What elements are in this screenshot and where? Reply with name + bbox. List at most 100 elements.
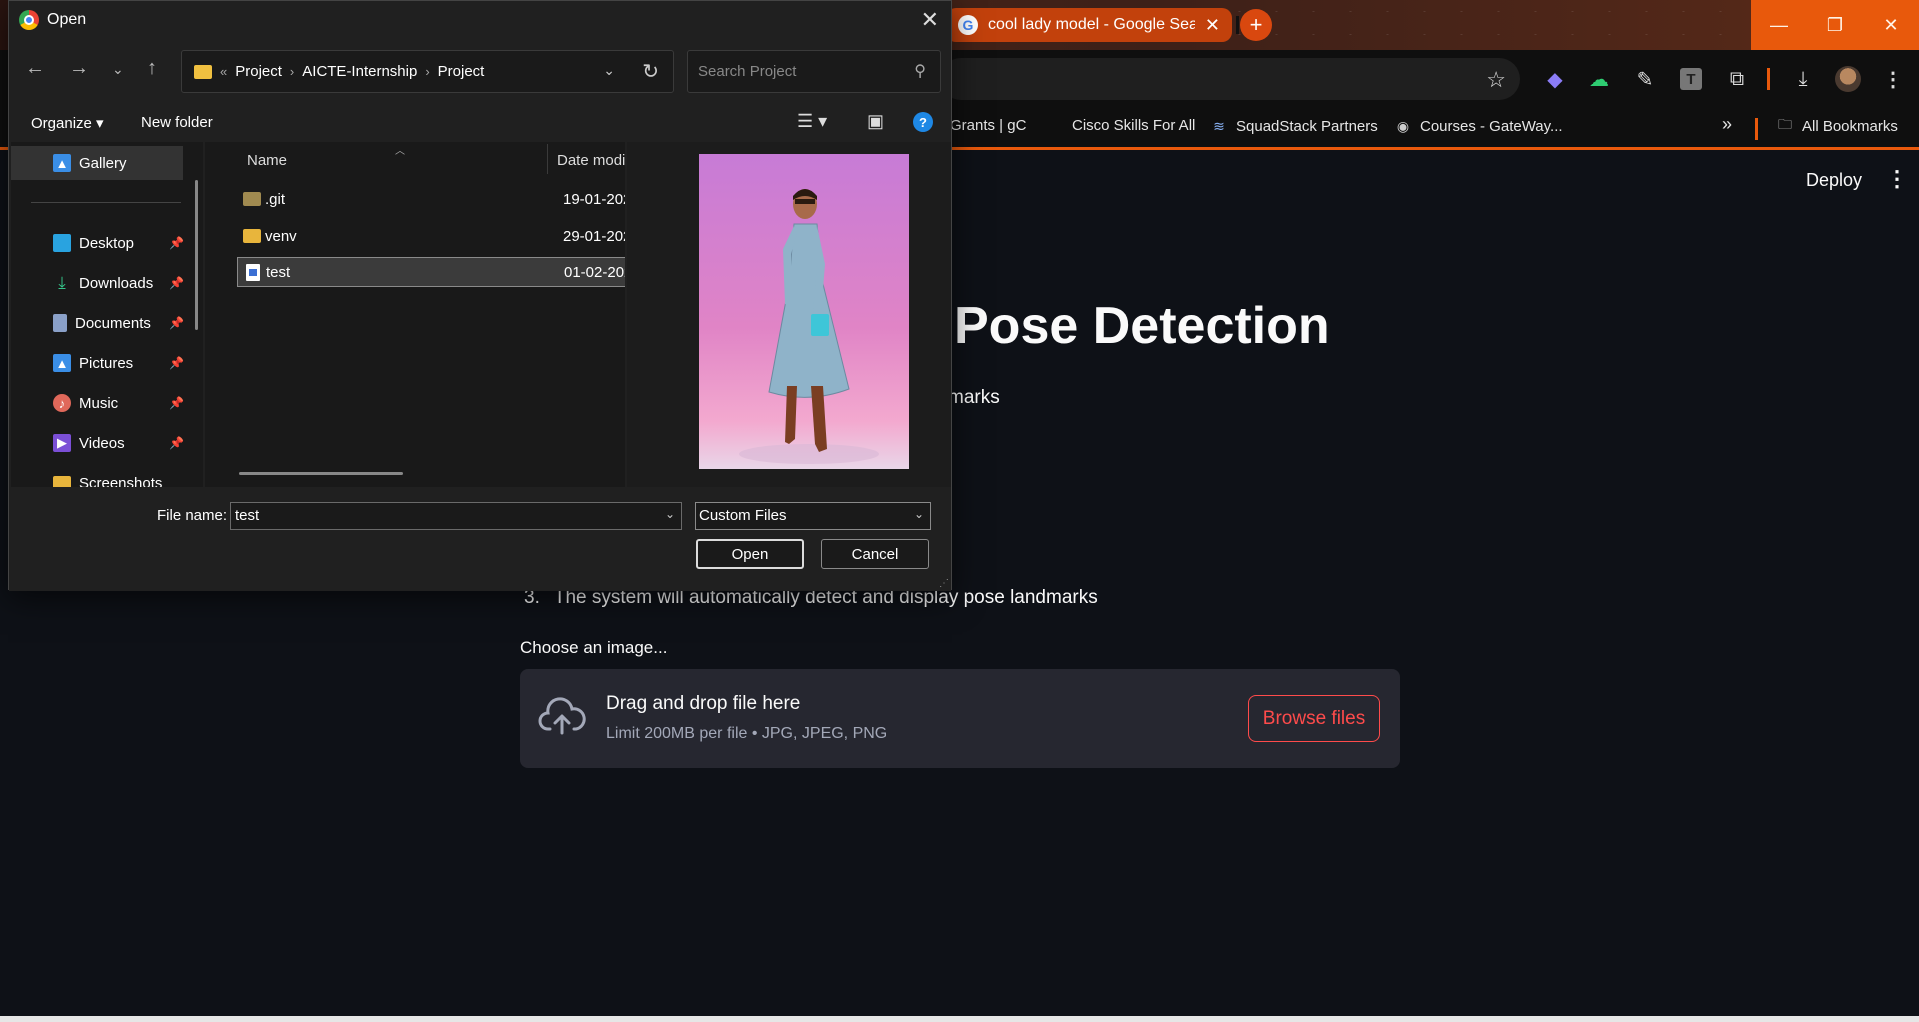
dropzone-title: Drag and drop file here (606, 693, 801, 714)
resize-grip-icon[interactable]: ⋰ (939, 578, 949, 589)
preview-pane-icon[interactable]: ▣ (867, 111, 884, 132)
folder-outline-icon: 🗀 (1778, 116, 1792, 132)
pin-icon: 📌 (169, 316, 184, 330)
pictures-icon: ▲ (53, 354, 71, 372)
extensions-puzzle-icon[interactable]: ⧉ (1724, 66, 1750, 92)
bookmark-squadstack[interactable]: ≋ SquadStack Partners (1210, 117, 1378, 135)
download-icon[interactable]: ⤓ (1790, 66, 1816, 92)
tab-google-search[interactable]: G cool lady model - Google Search ✕ (946, 8, 1232, 42)
organize-button[interactable]: Organize ▾ (31, 114, 104, 132)
pin-icon: 📌 (169, 396, 184, 410)
pin-icon: 📌 (169, 436, 184, 450)
file-row-venv[interactable]: venv 29-01-2025 (237, 221, 625, 251)
gallery-icon: ▲ (53, 154, 71, 172)
bookmark-grants[interactable]: Grants | gC (950, 117, 1026, 134)
column-header-date[interactable]: Date modified (557, 152, 625, 169)
profile-avatar[interactable] (1835, 66, 1861, 92)
address-breadcrumb[interactable]: « Project › AICTE-Internship › Project ⌄… (181, 50, 674, 93)
breadcrumb-aicte-internship[interactable]: AICTE-Internship (302, 63, 417, 80)
dialog-footer: File name: test ⌄ Custom Files ⌄ Open Ca… (9, 487, 951, 591)
address-dropdown-chevron-icon[interactable]: ⌄ (603, 62, 615, 79)
preview-image (699, 154, 909, 469)
tab-close-icon[interactable]: ✕ (1205, 15, 1220, 36)
uploader-label: Choose an image... (520, 638, 668, 657)
nav-item-screenshots[interactable]: Screenshots (11, 466, 191, 487)
page-subtitle: marks (948, 387, 1000, 408)
image-file-icon (246, 263, 260, 281)
address-bar[interactable]: ☆ (940, 58, 1520, 100)
nav-item-desktop[interactable]: Desktop 📌 (11, 226, 191, 260)
page-title: Pose Detection (954, 297, 1330, 355)
file-list-pane: ︿ Name Date modified .git 19-01-2025 ven… (205, 142, 625, 487)
eyedropper-icon[interactable]: ✎ (1632, 66, 1658, 92)
back-arrow-icon[interactable]: ← (25, 57, 45, 80)
videos-icon: ▶ (53, 434, 71, 452)
recent-locations-chevron-icon[interactable]: ⌄ (112, 61, 124, 78)
dialog-search-input[interactable]: Search Project ⚲ (687, 50, 941, 93)
cloud-upload-icon (538, 697, 586, 735)
deploy-button[interactable]: Deploy (1806, 170, 1862, 191)
nav-item-documents[interactable]: Documents 📌 (11, 306, 191, 340)
nav-item-pictures[interactable]: ▲ Pictures 📌 (11, 346, 191, 380)
extension-t-icon[interactable]: T (1680, 68, 1702, 90)
folder-icon (53, 476, 71, 487)
refresh-icon[interactable]: ↻ (642, 59, 659, 84)
nav-item-videos[interactable]: ▶ Videos 📌 (11, 426, 191, 460)
all-bookmarks-button[interactable]: 🗀 All Bookmarks (1776, 116, 1898, 135)
file-type-select[interactable]: Custom Files ⌄ (695, 502, 931, 530)
browser-menu-icon[interactable]: ⋮ (1880, 66, 1906, 92)
new-tab-button[interactable]: + (1240, 9, 1272, 41)
folder-icon (243, 192, 261, 206)
cancel-button[interactable]: Cancel (821, 539, 929, 569)
file-name-input[interactable]: test ⌄ (230, 502, 682, 530)
extension-cloud-icon[interactable]: ☁ (1586, 66, 1612, 92)
pin-icon: 📌 (169, 276, 184, 290)
sort-indicator-icon: ︿ (395, 146, 405, 157)
folder-icon (243, 229, 261, 243)
squadstack-icon: ≋ (1213, 117, 1225, 134)
nav-item-gallery[interactable]: ▲ Gallery (11, 146, 183, 180)
google-icon: G (958, 15, 978, 35)
nav-item-music[interactable]: ♪ Music 📌 (11, 386, 191, 420)
tab-title: cool lady model - Google Search (988, 16, 1195, 33)
nav-item-downloads[interactable]: ⤓ Downloads 📌 (11, 266, 191, 300)
breadcrumb-project-current[interactable]: Project (438, 63, 485, 80)
up-arrow-icon[interactable]: ↑ (147, 57, 157, 80)
search-icon: ⚲ (914, 63, 926, 80)
documents-icon (53, 314, 67, 332)
minimize-button[interactable]: — (1751, 0, 1807, 50)
preview-pane (627, 142, 951, 487)
file-name-dropdown-icon[interactable]: ⌄ (665, 507, 675, 521)
help-icon[interactable]: ? (913, 112, 933, 132)
new-folder-button[interactable]: New folder (141, 114, 213, 131)
file-name-label: File name: (157, 507, 228, 524)
nav-scrollbar[interactable] (195, 180, 198, 330)
bookmark-cisco[interactable]: Cisco Skills For All (1072, 117, 1195, 134)
music-icon: ♪ (53, 394, 71, 412)
app-menu-icon[interactable]: ⋮ (1886, 166, 1908, 192)
screen: G cool lady model - Google Search ✕ + — … (0, 0, 1919, 1022)
column-header-name[interactable]: Name (247, 152, 287, 169)
file-row-test[interactable]: test 01-02-2025 (237, 257, 625, 287)
restore-button[interactable]: ❐ (1807, 0, 1863, 50)
dialog-close-icon[interactable]: ✕ (921, 7, 939, 33)
open-file-dialog: Open ✕ ← → ⌄ ↑ « Project › AICTE-Interns… (8, 0, 952, 591)
view-list-icon[interactable]: ☰ ▾ (797, 111, 827, 132)
open-button[interactable]: Open (696, 539, 804, 569)
bookmarks-overflow-button[interactable]: » (1722, 114, 1732, 135)
file-row-git[interactable]: .git 19-01-2025 (237, 184, 625, 214)
horizontal-scrollbar[interactable] (239, 472, 403, 475)
bookmark-star-icon[interactable]: ☆ (1486, 67, 1506, 93)
file-type-dropdown-icon: ⌄ (913, 507, 924, 521)
dialog-navigation: ← → ⌄ ↑ « Project › AICTE-Internship › P… (9, 41, 951, 101)
bookmark-gateway[interactable]: ◉ Courses - GateWay... (1394, 117, 1563, 135)
chrome-icon (19, 10, 39, 30)
browse-files-button[interactable]: Browse files (1248, 695, 1380, 742)
forward-arrow-icon[interactable]: → (69, 57, 89, 80)
extension-flame-icon[interactable]: ◆ (1542, 66, 1568, 92)
close-window-button[interactable]: ✕ (1863, 0, 1919, 50)
dropzone-limit: Limit 200MB per file • JPG, JPEG, PNG (606, 725, 888, 742)
dialog-titlebar: Open ✕ (9, 1, 951, 39)
breadcrumb-project[interactable]: Project (235, 63, 282, 80)
file-uploader-dropzone[interactable]: Drag and drop file here Limit 200MB per … (520, 669, 1400, 768)
